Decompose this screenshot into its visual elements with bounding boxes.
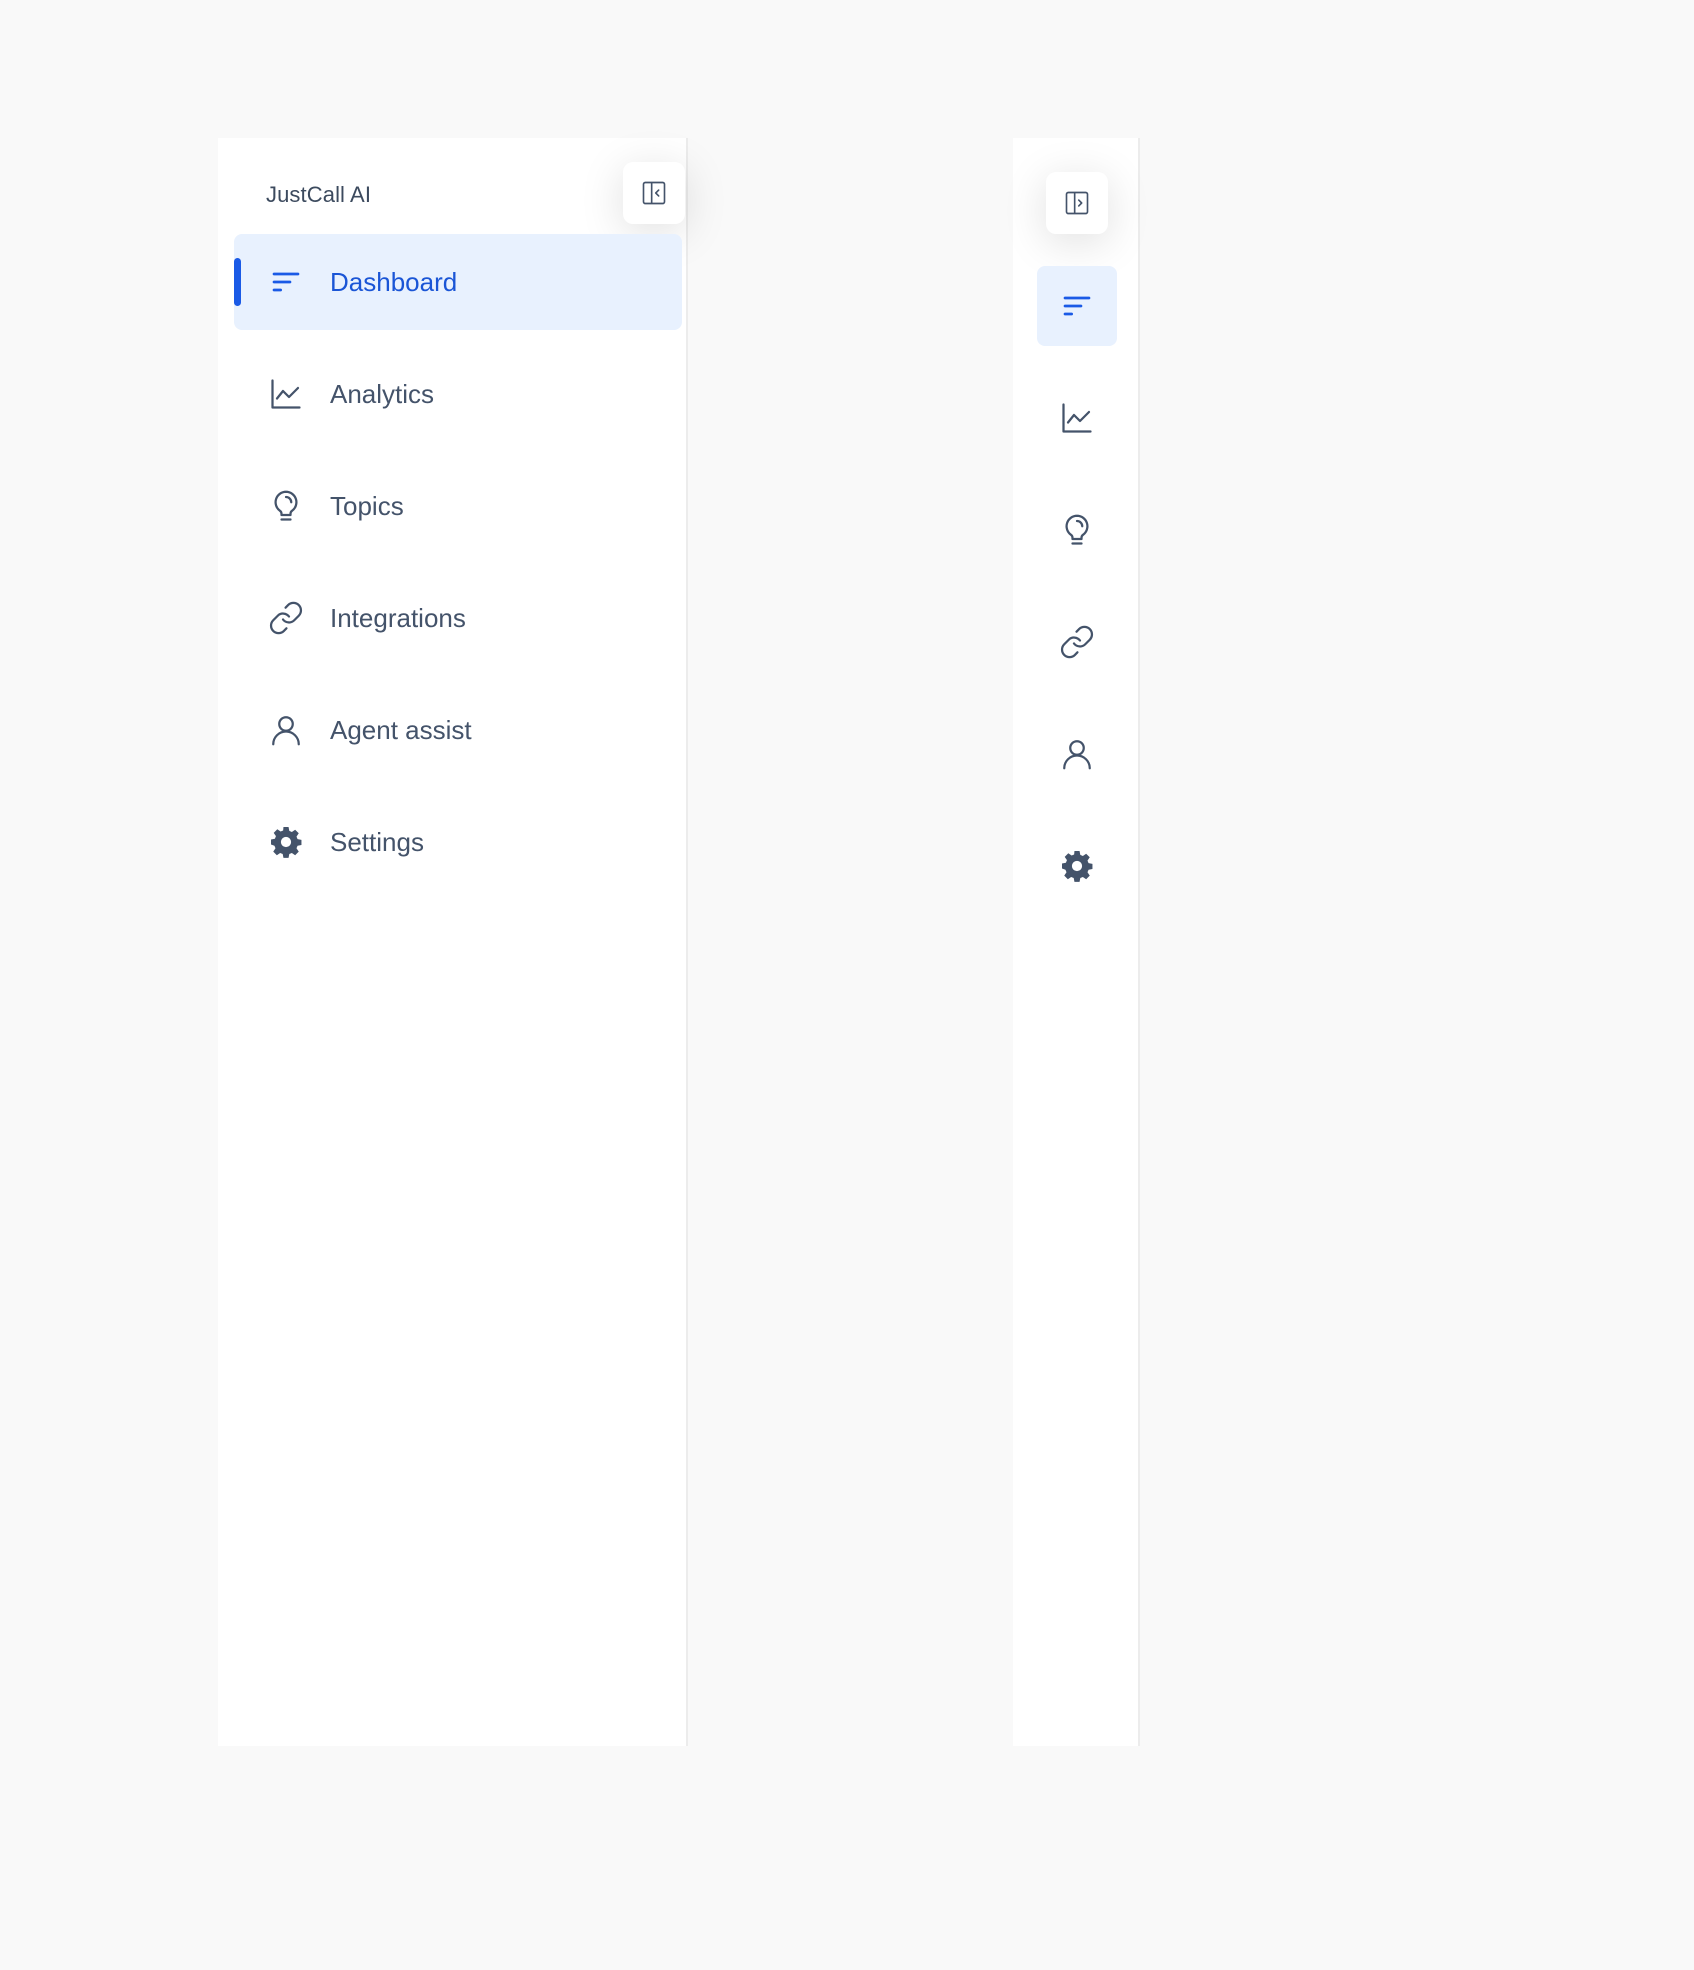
sidebar-expanded: JustCall AI Dashboard Analytics Topics I… <box>218 138 688 1746</box>
sidebar-nav: Dashboard Analytics Topics Integrations … <box>234 234 682 906</box>
sidebar-icon-settings[interactable] <box>1037 826 1117 906</box>
sidebar-collapsed <box>1013 138 1140 1746</box>
sort-lines-icon <box>268 264 304 300</box>
gear-icon <box>1059 848 1095 884</box>
sidebar-icon-topics[interactable] <box>1037 490 1117 570</box>
sidebar-icon-analytics[interactable] <box>1037 378 1117 458</box>
sidebar-item-topics[interactable]: Topics <box>234 458 682 554</box>
sidebar-item-label: Dashboard <box>330 266 458 297</box>
link-icon <box>268 600 304 636</box>
active-indicator <box>234 258 241 306</box>
sidebar-item-label: Settings <box>330 826 424 857</box>
sidebar-icon-agent-assist[interactable] <box>1037 714 1117 794</box>
sidebar-item-label: Agent assist <box>330 714 472 745</box>
gear-icon <box>268 824 304 860</box>
sort-lines-icon <box>1061 290 1093 322</box>
lightbulb-icon <box>1059 512 1095 548</box>
sidebar-item-dashboard[interactable]: Dashboard <box>234 234 682 330</box>
sidebar-item-label: Topics <box>330 490 404 521</box>
expand-sidebar-icon <box>1063 189 1091 217</box>
collapse-sidebar-icon <box>640 179 668 207</box>
line-chart-icon <box>268 376 304 412</box>
sidebar-nav-collapsed <box>1037 266 1117 938</box>
sidebar-item-integrations[interactable]: Integrations <box>234 570 682 666</box>
user-icon <box>1059 736 1095 772</box>
collapse-sidebar-button[interactable] <box>623 162 685 224</box>
lightbulb-icon <box>268 488 304 524</box>
link-icon <box>1059 624 1095 660</box>
line-chart-icon <box>1059 400 1095 436</box>
sidebar-item-settings[interactable]: Settings <box>234 794 682 890</box>
expand-sidebar-button[interactable] <box>1046 172 1108 234</box>
sidebar-item-label: Analytics <box>330 378 435 409</box>
sidebar-icon-dashboard[interactable] <box>1037 266 1117 346</box>
sidebar-icon-integrations[interactable] <box>1037 602 1117 682</box>
brand-name: JustCall AI <box>266 182 372 207</box>
sidebar-item-analytics[interactable]: Analytics <box>234 346 682 442</box>
user-icon <box>268 712 304 748</box>
sidebar-item-agent-assist[interactable]: Agent assist <box>234 682 682 778</box>
sidebar-item-label: Integrations <box>330 602 466 633</box>
